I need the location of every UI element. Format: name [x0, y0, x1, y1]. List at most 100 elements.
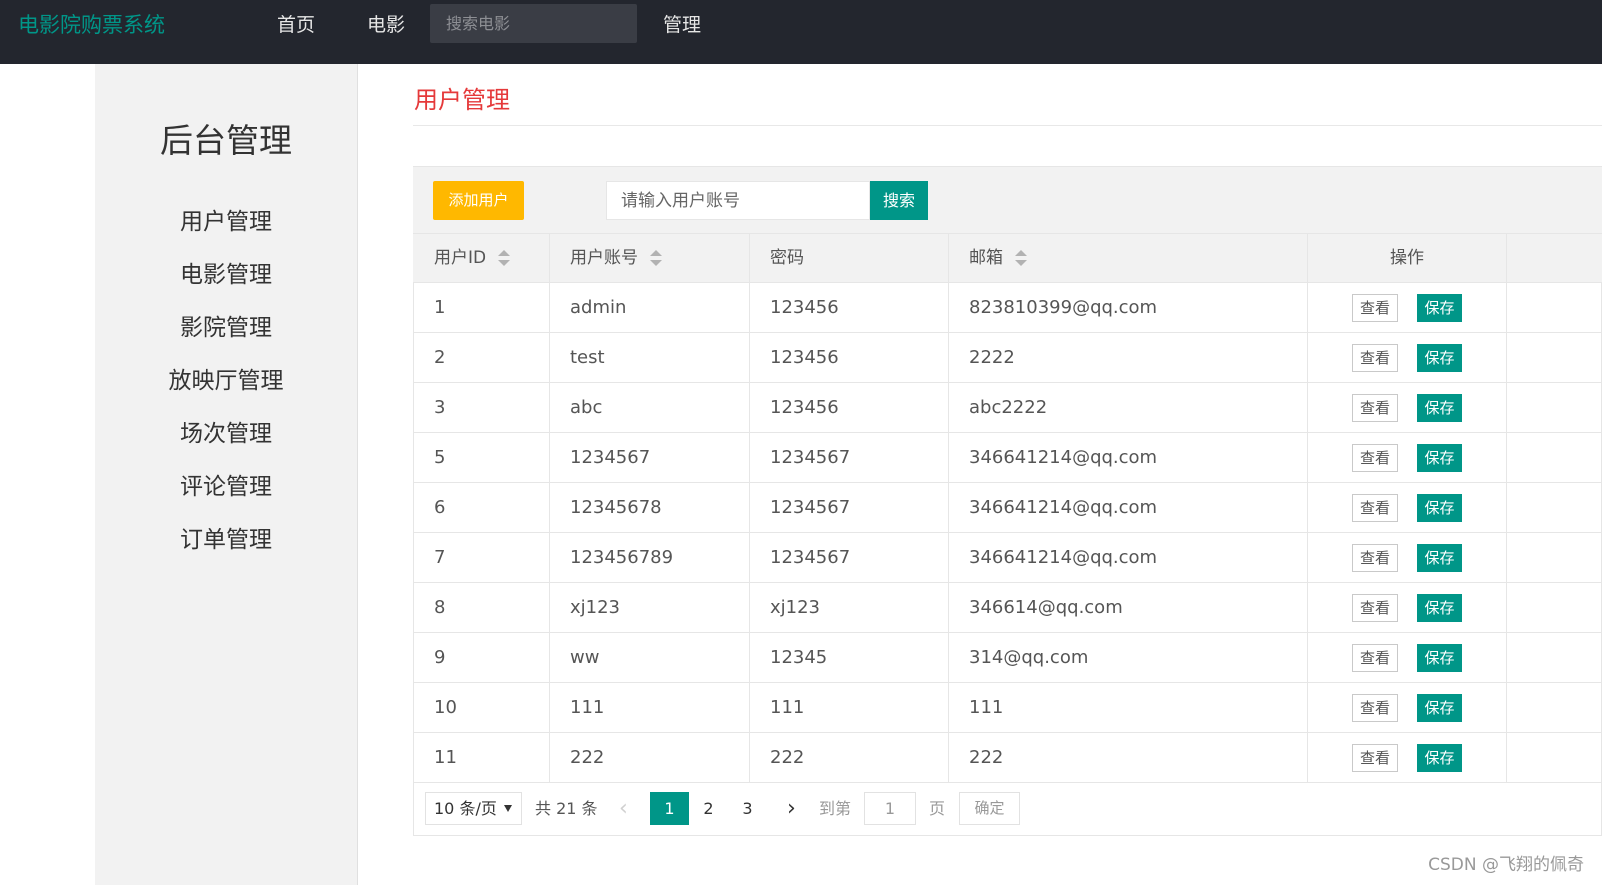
view-button[interactable]: 查看	[1352, 444, 1398, 472]
goto-page-input[interactable]: 1	[864, 792, 916, 825]
cell-user-id: 11	[434, 747, 457, 768]
sidebar-item-cinemas[interactable]: 影院管理	[95, 308, 357, 342]
save-button[interactable]: 保存	[1417, 744, 1462, 772]
cell-user-id: 3	[434, 397, 446, 418]
cell-email: 346641214@qq.com	[969, 447, 1158, 468]
cell-account: xj123	[570, 597, 621, 618]
cell-account: abc	[570, 397, 603, 418]
sidebar-item-halls[interactable]: 放映厅管理	[95, 361, 357, 395]
cell-password: xj123	[770, 597, 821, 618]
nav-item-admin[interactable]: 管理	[663, 10, 701, 37]
cell-password: 123456	[770, 347, 839, 368]
cell-account: admin	[570, 297, 627, 318]
page-button-3[interactable]: 3	[728, 792, 767, 825]
sidebar-item-movies[interactable]: 电影管理	[95, 255, 357, 289]
table-body: 1 admin 123456 823810399@qq.com 查看 保存 2 test 123…	[413, 283, 1602, 783]
cell-email: abc2222	[969, 397, 1048, 418]
save-button[interactable]: 保存	[1417, 344, 1462, 372]
column-header-label: 邮箱	[969, 248, 1003, 268]
add-user-button[interactable]: 添加用户	[433, 181, 524, 220]
nav-item-movies[interactable]: 电影	[367, 10, 405, 37]
cell-password: 111	[770, 697, 805, 718]
view-button[interactable]: 查看	[1352, 644, 1398, 672]
cell-password: 123456	[770, 397, 839, 418]
view-button[interactable]: 查看	[1352, 344, 1398, 372]
total-count: 共 21 条	[535, 799, 598, 818]
table-row: 9 ww 12345 314@qq.com 查看 保存	[413, 633, 1602, 683]
table-toolbar	[413, 167, 1602, 234]
cell-email: 823810399@qq.com	[969, 297, 1158, 318]
cell-password: 1234567	[770, 547, 851, 568]
page-size-select[interactable]: 10 条/页	[425, 792, 522, 825]
cell-user-id: 5	[434, 447, 446, 468]
view-button[interactable]: 查看	[1352, 494, 1398, 522]
view-button[interactable]: 查看	[1352, 694, 1398, 722]
search-button[interactable]: 搜索	[870, 181, 928, 220]
save-button[interactable]: 保存	[1417, 644, 1462, 672]
view-button[interactable]: 查看	[1352, 394, 1398, 422]
brand-logo-text[interactable]: 电影院购票系统	[18, 9, 165, 39]
column-header-user-id[interactable]: 用户ID	[434, 234, 511, 284]
table-row: 2 test 123456 2222 查看 保存	[413, 333, 1602, 383]
cell-account: test	[570, 347, 605, 368]
table-row: 7 123456789 1234567 346641214@qq.com 查看 保存	[413, 533, 1602, 583]
column-header-account[interactable]: 用户账号	[570, 234, 662, 284]
sort-icon[interactable]	[1015, 249, 1027, 267]
nav-item-home[interactable]: 首页	[277, 10, 315, 37]
column-header-label: 用户ID	[434, 248, 487, 268]
cell-account: 111	[570, 697, 605, 718]
title-divider	[413, 125, 1602, 126]
save-button[interactable]: 保存	[1417, 444, 1462, 472]
cell-email: 346614@qq.com	[969, 597, 1123, 618]
sidebar-item-sessions[interactable]: 场次管理	[95, 414, 357, 448]
next-page-icon[interactable]: ›	[787, 792, 796, 825]
view-button[interactable]: 查看	[1352, 744, 1398, 772]
page-button-1[interactable]: 1	[650, 792, 689, 825]
nav-search-input[interactable]: 搜索电影	[430, 4, 637, 43]
user-search-input[interactable]	[606, 181, 870, 220]
cell-user-id: 7	[434, 547, 446, 568]
page-suffix: 页	[929, 799, 946, 818]
save-button[interactable]: 保存	[1417, 694, 1462, 722]
save-button[interactable]: 保存	[1417, 394, 1462, 422]
cell-user-id: 9	[434, 647, 446, 668]
save-button[interactable]: 保存	[1417, 594, 1462, 622]
save-button[interactable]: 保存	[1417, 544, 1462, 572]
table-row: 1 admin 123456 823810399@qq.com 查看 保存	[413, 283, 1602, 333]
view-button[interactable]: 查看	[1352, 294, 1398, 322]
page-title: 用户管理	[414, 86, 510, 114]
table-row: 6 12345678 1234567 346641214@qq.com 查看 保存	[413, 483, 1602, 533]
table-row: 8 xj123 xj123 346614@qq.com 查看 保存	[413, 583, 1602, 633]
sort-icon[interactable]	[498, 249, 511, 267]
cell-account: 222	[570, 747, 605, 768]
sidebar-title: 后台管理	[160, 121, 292, 160]
column-header-email[interactable]: 邮箱	[969, 234, 1027, 284]
table-header: 用户ID 用户账号 密码 邮箱 操作	[413, 233, 1602, 283]
cell-account: 123456789	[570, 547, 674, 568]
cell-email: 314@qq.com	[969, 647, 1089, 668]
sidebar-item-users[interactable]: 用户管理	[95, 202, 357, 236]
save-button[interactable]: 保存	[1417, 494, 1462, 522]
sidebar: 后台管理 用户管理 电影管理 影院管理 放映厅管理 场次管理 评论管理 订单管理	[95, 64, 358, 885]
prev-page-icon[interactable]: ‹	[619, 792, 628, 825]
top-navbar: 电影院购票系统 首页 电影 搜索电影 管理	[0, 0, 1602, 64]
view-button[interactable]: 查看	[1352, 594, 1398, 622]
page-button-2[interactable]: 2	[689, 792, 728, 825]
sidebar-item-orders[interactable]: 订单管理	[95, 520, 357, 554]
caret-down-icon	[504, 805, 512, 812]
view-button[interactable]: 查看	[1352, 544, 1398, 572]
sidebar-item-comments[interactable]: 评论管理	[95, 467, 357, 501]
cell-email: 111	[969, 697, 1004, 718]
cell-account: 12345678	[570, 497, 662, 518]
save-button[interactable]: 保存	[1417, 294, 1462, 322]
cell-account: 1234567	[570, 447, 651, 468]
sort-icon[interactable]	[650, 249, 662, 267]
column-header-label: 密码	[770, 248, 804, 268]
watermark: CSDN @飞翔的佩奇	[1428, 855, 1584, 875]
cell-password: 123456	[770, 297, 839, 318]
cell-email: 222	[969, 747, 1004, 768]
goto-confirm-button[interactable]: 确定	[959, 792, 1020, 825]
cell-user-id: 2	[434, 347, 446, 368]
cell-email: 346641214@qq.com	[969, 547, 1158, 568]
cell-password: 1234567	[770, 447, 851, 468]
